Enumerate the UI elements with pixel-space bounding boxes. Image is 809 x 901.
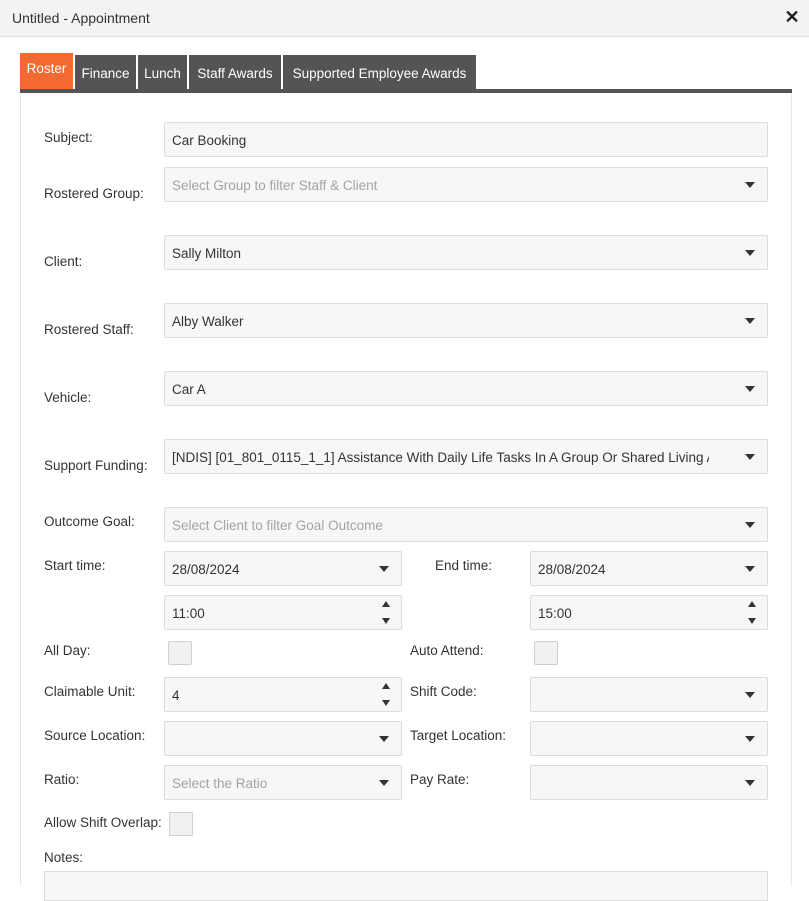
target-location-label: Target Location: xyxy=(410,728,507,743)
chevron-down-icon xyxy=(745,522,755,528)
chevron-down-icon xyxy=(379,780,389,786)
target-location-select[interactable] xyxy=(530,721,768,756)
end-date-picker[interactable]: 28/08/2024 xyxy=(530,551,768,586)
start-time-label: Start time: xyxy=(44,558,106,573)
chevron-down-icon[interactable] xyxy=(379,566,389,572)
chevron-down-icon xyxy=(745,250,755,256)
window-title: Untitled - Appointment xyxy=(12,10,150,26)
all-day-label: All Day: xyxy=(44,643,91,658)
shift-code-label: Shift Code: xyxy=(410,684,477,699)
chevron-down-icon xyxy=(745,454,755,460)
notes-label: Notes: xyxy=(44,850,84,865)
subject-label: Subject: xyxy=(44,130,93,145)
tab-finance[interactable]: Finance xyxy=(75,55,136,89)
chevron-down-icon xyxy=(745,318,755,324)
auto-attend-label: Auto Attend: xyxy=(410,643,484,658)
window-titlebar: Untitled - Appointment ✕ xyxy=(0,0,809,37)
end-time-label: End time: xyxy=(435,558,493,573)
rostered-group-label: Rostered Group: xyxy=(44,186,144,201)
tab-supported-employee-awards[interactable]: Supported Employee Awards xyxy=(283,55,476,89)
ratio-placeholder: Select the Ratio xyxy=(172,776,268,791)
auto-attend-checkbox[interactable] xyxy=(534,641,558,665)
rostered-staff-value: Alby Walker xyxy=(172,314,244,329)
close-icon[interactable]: ✕ xyxy=(783,7,801,27)
vehicle-select[interactable]: Car A xyxy=(164,371,768,406)
claimable-unit-stepper[interactable]: 4 xyxy=(164,677,402,712)
chevron-down-icon xyxy=(745,736,755,742)
support-funding-value: [NDIS] [01_801_0115_1_1] Assistance With… xyxy=(172,450,709,465)
outcome-goal-label: Outcome Goal: xyxy=(44,514,135,529)
end-time-stepper[interactable]: 15:00 xyxy=(530,595,768,630)
vehicle-value: Car A xyxy=(172,382,206,397)
rostered-staff-select[interactable]: Alby Walker xyxy=(164,303,768,338)
spin-up-icon[interactable] xyxy=(382,683,390,689)
vehicle-label: Vehicle: xyxy=(44,390,92,405)
spin-down-icon[interactable] xyxy=(382,618,390,624)
end-time-value: 15:00 xyxy=(538,606,572,621)
claimable-unit-value: 4 xyxy=(172,688,180,703)
spin-up-icon[interactable] xyxy=(382,601,390,607)
start-time-value: 11:00 xyxy=(172,606,205,621)
outcome-goal-select[interactable]: Select Client to filter Goal Outcome xyxy=(164,507,768,542)
rostered-staff-label: Rostered Staff: xyxy=(44,322,134,337)
ratio-label: Ratio: xyxy=(44,772,80,787)
spin-down-icon[interactable] xyxy=(382,700,390,706)
support-funding-label: Support Funding: xyxy=(44,458,148,473)
tab-lunch[interactable]: Lunch xyxy=(138,55,187,89)
outcome-goal-placeholder: Select Client to filter Goal Outcome xyxy=(172,518,383,533)
subject-value: Car Booking xyxy=(172,133,247,148)
chevron-down-icon xyxy=(745,182,755,188)
chevron-down-icon xyxy=(745,780,755,786)
notes-textarea[interactable] xyxy=(44,871,768,901)
end-date-value: 28/08/2024 xyxy=(538,562,606,577)
rostered-group-select[interactable]: Select Group to filter Staff & Client xyxy=(164,167,768,202)
spin-up-icon[interactable] xyxy=(748,601,756,607)
source-location-label: Source Location: xyxy=(44,728,146,743)
start-date-picker[interactable]: 28/08/2024 xyxy=(164,551,402,586)
chevron-down-icon xyxy=(745,692,755,698)
client-value: Sally Milton xyxy=(172,246,242,261)
start-date-value: 28/08/2024 xyxy=(172,562,240,577)
support-funding-select[interactable]: [NDIS] [01_801_0115_1_1] Assistance With… xyxy=(164,439,768,474)
chevron-down-icon xyxy=(379,736,389,742)
rostered-group-placeholder: Select Group to filter Staff & Client xyxy=(172,178,378,193)
all-day-checkbox[interactable] xyxy=(168,641,192,665)
tab-bar: Roster Finance Lunch Staff Awards Suppor… xyxy=(20,53,792,91)
client-select[interactable]: Sally Milton xyxy=(164,235,768,270)
pay-rate-label: Pay Rate: xyxy=(410,772,470,787)
client-label: Client: xyxy=(44,254,83,269)
pay-rate-select[interactable] xyxy=(530,765,768,800)
chevron-down-icon[interactable] xyxy=(745,566,755,572)
allow-shift-overlap-label: Allow Shift Overlap: xyxy=(44,815,162,830)
subject-input[interactable]: Car Booking xyxy=(164,122,768,157)
shift-code-select[interactable] xyxy=(530,677,768,712)
source-location-select[interactable] xyxy=(164,721,402,756)
tab-staff-awards[interactable]: Staff Awards xyxy=(189,55,281,89)
chevron-down-icon xyxy=(745,386,755,392)
spin-down-icon[interactable] xyxy=(748,618,756,624)
allow-shift-overlap-checkbox[interactable] xyxy=(169,812,193,836)
ratio-select[interactable]: Select the Ratio xyxy=(164,765,402,800)
tab-roster[interactable]: Roster xyxy=(20,53,73,89)
claimable-unit-label: Claimable Unit: xyxy=(44,684,136,699)
start-time-stepper[interactable]: 11:00 xyxy=(164,595,402,630)
